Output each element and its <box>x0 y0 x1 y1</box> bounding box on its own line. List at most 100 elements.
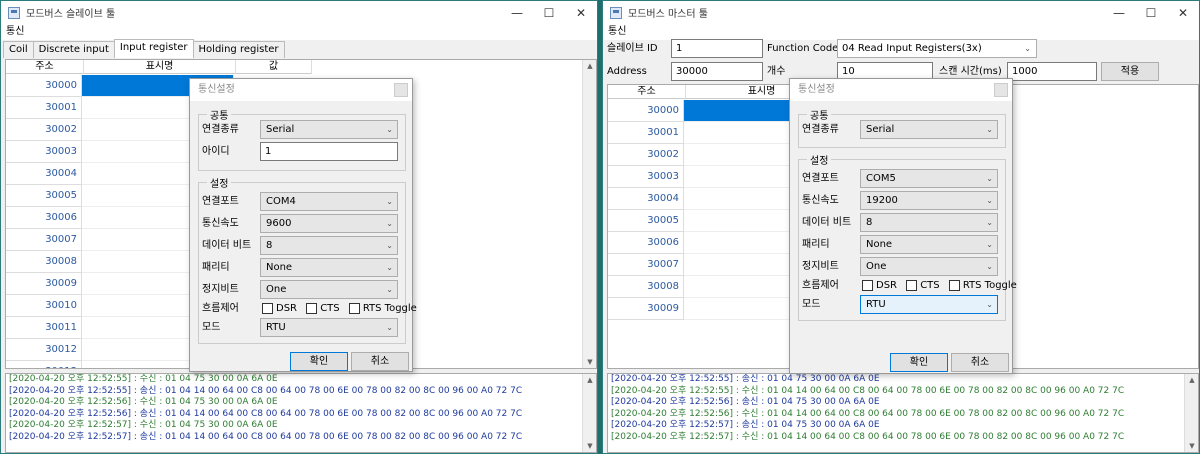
parity-select[interactable]: None ⌄ <box>260 258 398 277</box>
flow-control-row: DSR CTS RTS Toggle <box>856 276 1017 295</box>
log-scrollbar[interactable]: ▲ ▼ <box>582 374 596 452</box>
dialog-close-icon[interactable] <box>994 83 1008 97</box>
chevron-down-icon: ⌄ <box>1024 44 1031 53</box>
row-address: 30009 <box>6 273 82 295</box>
tab-holding-register[interactable]: Holding register <box>192 41 285 58</box>
cts-checkbox[interactable] <box>306 302 318 314</box>
menu-communication[interactable]: 통신 <box>6 26 24 37</box>
log-line: [2020-04-20 오후 12:52:56] : 송신 : 01 04 75… <box>611 397 880 407</box>
close-icon[interactable]: ✕ <box>1167 1 1199 24</box>
stopbits-value: One <box>866 261 887 272</box>
dialog-title: 통신설정 <box>790 79 1012 101</box>
conn-type-label: 연결종류 <box>202 124 239 135</box>
chevron-down-icon: ⌄ <box>986 196 993 205</box>
scroll-down-icon[interactable]: ▼ <box>1185 440 1198 452</box>
function-code-value: 04 Read Input Registers(3x) <box>842 43 982 54</box>
slave-menubar: 통신 <box>1 24 597 40</box>
baud-select[interactable]: 19200 ⌄ <box>860 191 998 210</box>
col-value[interactable]: 값 <box>236 60 312 74</box>
scroll-down-icon[interactable]: ▼ <box>583 440 596 452</box>
log-line: [2020-04-20 오후 12:52:56] : 수신 : 01 04 14… <box>611 408 1125 419</box>
log-line: [2020-04-20 오후 12:52:56] : 송신 : 01 04 14… <box>9 408 523 419</box>
row-address: 30013 <box>6 361 82 368</box>
chevron-down-icon: ⌄ <box>986 240 993 249</box>
scroll-up-icon[interactable]: ▲ <box>583 374 596 386</box>
chevron-down-icon: ⌄ <box>386 263 393 272</box>
grid-scrollbar[interactable]: ▲ ▼ <box>582 60 596 368</box>
close-icon[interactable]: ✕ <box>565 1 597 24</box>
master-log-panel[interactable]: [2020-04-20 오후 12:52:55] : 송신 : 01 04 75… <box>607 373 1199 453</box>
log-line: [2020-04-20 오후 12:52:57] : 송신 : 01 04 75… <box>611 420 880 430</box>
baud-value: 9600 <box>266 218 292 229</box>
parity-label: 패리티 <box>202 262 230 273</box>
databits-select[interactable]: 8 ⌄ <box>260 236 398 255</box>
log-scrollbar[interactable]: ▲ ▼ <box>1184 374 1198 452</box>
address-input[interactable]: 30000 <box>671 62 763 81</box>
master-titlebar: 모드버스 마스터 툴 — ☐ ✕ <box>603 1 1199 24</box>
slave-log-panel[interactable]: [2020-04-20 오후 12:52:55] : 수신 : 01 04 75… <box>5 373 597 453</box>
maximize-icon[interactable]: ☐ <box>1135 1 1167 24</box>
col-display-name[interactable]: 표시명 <box>84 60 236 74</box>
tab-input-register[interactable]: Input register <box>113 39 194 58</box>
mode-select[interactable]: RTU ⌄ <box>860 295 998 314</box>
id-input[interactable]: 1 <box>260 142 398 161</box>
chevron-down-icon: ⌄ <box>986 262 993 271</box>
stopbits-select[interactable]: One ⌄ <box>260 280 398 299</box>
row-address: 30004 <box>6 163 82 185</box>
scan-time-input[interactable]: 1000 <box>1007 62 1097 81</box>
grid-header: 주소 표시명 값 <box>6 60 312 74</box>
dsr-checkbox[interactable] <box>262 302 273 314</box>
minimize-icon[interactable]: — <box>1103 1 1135 24</box>
tab-coil[interactable]: Coil <box>3 41 34 58</box>
chevron-down-icon: ⌄ <box>386 125 393 134</box>
row-address: 30006 <box>608 232 684 254</box>
port-select[interactable]: COM4 ⌄ <box>260 192 398 211</box>
row-address: 30011 <box>6 317 82 339</box>
port-select[interactable]: COM5 ⌄ <box>860 169 998 188</box>
databits-label: 데이터 비트 <box>202 240 252 251</box>
minimize-icon[interactable]: — <box>501 1 533 24</box>
scroll-up-icon[interactable]: ▲ <box>583 60 596 72</box>
chevron-down-icon: ⌄ <box>986 300 993 309</box>
mode-label: 모드 <box>802 299 821 310</box>
row-address: 30007 <box>608 254 684 276</box>
apply-button[interactable]: 적용 <box>1101 62 1159 81</box>
cancel-button[interactable]: 취소 <box>351 352 409 371</box>
dialog-title-text: 통신설정 <box>198 84 235 95</box>
conn-type-select[interactable]: Serial ⌄ <box>260 120 398 139</box>
slave-id-label: 슬레이브 ID <box>607 43 658 54</box>
databits-value: 8 <box>266 240 273 251</box>
col-address[interactable]: 주소 <box>608 85 686 99</box>
parity-select[interactable]: None ⌄ <box>860 235 998 254</box>
function-code-select[interactable]: 04 Read Input Registers(3x) ⌄ <box>837 39 1037 58</box>
rts-toggle-checkbox[interactable] <box>948 279 960 291</box>
slave-id-input[interactable]: 1 <box>671 39 763 58</box>
databits-select[interactable]: 8 ⌄ <box>860 213 998 232</box>
stopbits-select[interactable]: One ⌄ <box>860 257 998 276</box>
chevron-down-icon: ⌄ <box>386 241 393 250</box>
rts-toggle-checkbox[interactable] <box>348 302 360 314</box>
master-window: 모드버스 마스터 툴 — ☐ ✕ 통신 슬레이브 ID 1 Function C… <box>602 0 1200 454</box>
scroll-down-icon[interactable]: ▼ <box>583 356 596 368</box>
mode-select[interactable]: RTU ⌄ <box>260 318 398 337</box>
master-window-title: 모드버스 마스터 툴 <box>628 9 708 20</box>
menu-communication[interactable]: 통신 <box>608 26 626 37</box>
address-label: Address <box>607 66 647 77</box>
dsr-checkbox[interactable] <box>862 279 873 291</box>
id-label: 아이디 <box>202 146 230 157</box>
ok-button[interactable]: 확인 <box>290 352 348 371</box>
dialog-close-icon[interactable] <box>394 83 408 97</box>
baud-select[interactable]: 9600 ⌄ <box>260 214 398 233</box>
cts-checkbox[interactable] <box>906 279 918 291</box>
log-line: [2020-04-20 오후 12:52:55] : 수신 : 01 04 14… <box>611 385 1125 396</box>
ok-button[interactable]: 확인 <box>890 353 948 372</box>
conn-type-select[interactable]: Serial ⌄ <box>860 120 998 139</box>
baud-label: 통신속도 <box>802 195 839 206</box>
col-address[interactable]: 주소 <box>6 60 84 74</box>
maximize-icon[interactable]: ☐ <box>533 1 565 24</box>
cancel-button[interactable]: 취소 <box>951 353 1009 372</box>
tab-discrete-input[interactable]: Discrete input <box>32 41 115 58</box>
settings-group-label: 설정 <box>207 175 232 190</box>
dsr-label: DSR <box>876 280 897 291</box>
scroll-up-icon[interactable]: ▲ <box>1185 374 1198 386</box>
